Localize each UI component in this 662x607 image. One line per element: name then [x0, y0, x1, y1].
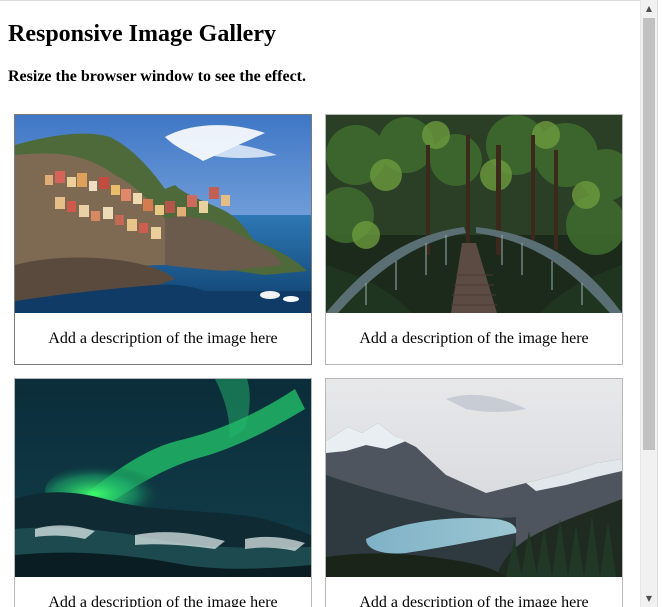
gallery-image-cinque-terre[interactable] — [15, 115, 311, 313]
gallery-description: Add a description of the image here — [359, 594, 589, 607]
gallery-image-northern-lights[interactable] — [15, 379, 311, 577]
gallery-image-mountains[interactable] — [326, 379, 622, 577]
vertical-scrollbar[interactable]: ▲ ▼ — [640, 0, 657, 607]
arrow-up-icon[interactable]: ▲ — [641, 0, 657, 17]
page-title: Responsive Image Gallery — [8, 21, 276, 47]
gallery-description: Add a description of the image here — [48, 330, 278, 347]
gallery-description: Add a description of the image here — [359, 330, 589, 347]
gallery-card-forest: Add a description of the image here — [325, 114, 623, 365]
scrollbar-thumb[interactable] — [643, 18, 655, 450]
window-edge — [657, 0, 662, 607]
gallery-image-forest[interactable] — [326, 115, 622, 313]
gallery-card-mountains: Add a description of the image here — [325, 378, 623, 607]
page-content: Responsive Image Gallery Resize the brow… — [0, 0, 640, 607]
arrow-down-icon[interactable]: ▼ — [641, 590, 657, 607]
gallery-card-northern-lights: Add a description of the image here — [14, 378, 312, 607]
top-divider — [0, 0, 640, 1]
gallery-card-cinque-terre: Add a description of the image here — [14, 114, 312, 365]
gallery-description: Add a description of the image here — [48, 594, 278, 607]
page-subtitle: Resize the browser window to see the eff… — [8, 68, 306, 85]
